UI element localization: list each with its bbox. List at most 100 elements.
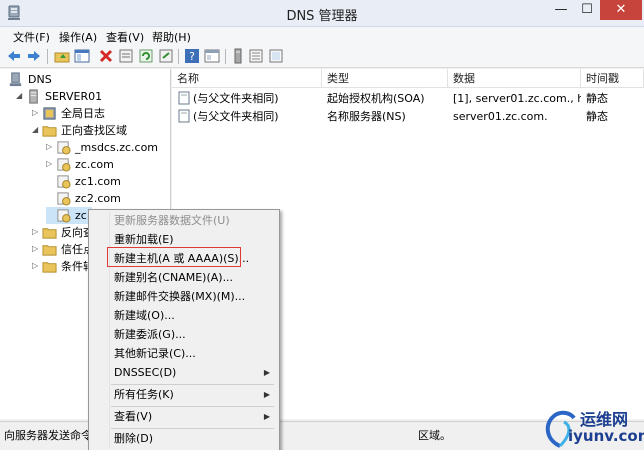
close-button[interactable]: ✕ xyxy=(600,0,642,20)
log-icon xyxy=(43,107,56,120)
menu-item-label: 所有任务(K) xyxy=(114,388,174,401)
export-icon[interactable] xyxy=(158,48,174,64)
dns-manager-window: DNS 管理器 — ☐ ✕ 文件(F) 操作(A) 查看(V) 帮助(H) ? … xyxy=(0,0,644,450)
menu-item-label: 新建委派(G)... xyxy=(114,328,186,341)
tree-label: zc2.com xyxy=(75,192,121,205)
dns-icon xyxy=(9,72,22,87)
table-row[interactable]: (与父文件夹相同) 起始授权机构(SOA) [1], server01.zc.c… xyxy=(172,89,644,108)
menu-item-delete[interactable]: 删除(D) xyxy=(89,430,279,448)
maximize-button[interactable]: ☐ xyxy=(574,0,600,20)
column-header-type[interactable]: 类型 xyxy=(322,69,448,88)
menu-view[interactable]: 查看(V) xyxy=(106,29,144,45)
menu-item-label: 新建别名(CNAME)(A)... xyxy=(114,271,234,284)
expand-arrow-icon[interactable]: ▷ xyxy=(32,245,40,253)
submenu-arrow-icon: ▶ xyxy=(263,368,270,377)
expand-arrow-icon[interactable]: ▷ xyxy=(32,109,40,117)
menu-item-view[interactable]: 查看(V) ▶ xyxy=(89,408,279,426)
record-icon xyxy=(178,91,190,105)
folder-icon xyxy=(42,228,57,239)
record-name: (与父文件夹相同) xyxy=(193,92,279,105)
toolbar-separator xyxy=(178,49,179,64)
watermark-text-bottom: iyunv.com xyxy=(568,427,644,445)
refresh-icon[interactable] xyxy=(138,48,154,64)
svg-text:?: ? xyxy=(189,50,195,63)
server-icon[interactable] xyxy=(230,48,246,64)
folder-icon xyxy=(42,245,57,256)
column-header-data[interactable]: 数据 xyxy=(448,69,581,88)
menu-separator xyxy=(111,428,274,429)
collapse-arrow-icon[interactable]: ◢ xyxy=(16,92,24,100)
tree-label: 正向查找区域 xyxy=(61,124,127,137)
menu-item-new-mx[interactable]: 新建邮件交换器(MX)(M)... xyxy=(89,288,279,306)
tree-label: SERVER01 xyxy=(45,90,103,103)
tree-label: 全局日志 xyxy=(61,107,105,120)
tree-label: _msdcs.zc.com xyxy=(75,141,159,154)
record-icon xyxy=(178,109,190,123)
menu-item-new-delegation[interactable]: 新建委派(G)... xyxy=(89,326,279,344)
status-text-tail: 区域。 xyxy=(418,429,451,442)
help-icon[interactable]: ? xyxy=(184,48,200,64)
column-header-name[interactable]: 名称 xyxy=(172,69,322,88)
menu-item-dnssec[interactable]: DNSSEC(D) ▶ xyxy=(89,364,279,382)
menu-item-new-domain[interactable]: 新建域(O)... xyxy=(89,307,279,325)
menu-separator xyxy=(111,384,274,385)
server-icon xyxy=(29,89,38,104)
record-type: 名称服务器(NS) xyxy=(327,110,406,123)
delete-icon[interactable] xyxy=(98,48,114,64)
submenu-arrow-icon: ▶ xyxy=(263,412,270,421)
minimize-button[interactable]: — xyxy=(548,0,574,20)
record-name: (与父文件夹相同) xyxy=(193,110,279,123)
record-data: [1], server01.zc.com., h... xyxy=(453,92,581,105)
zone-icon xyxy=(57,158,71,172)
up-folder-icon[interactable] xyxy=(54,48,70,64)
expand-arrow-icon[interactable]: ▷ xyxy=(32,228,40,236)
zone-icon xyxy=(57,192,71,206)
collapse-arrow-icon[interactable]: ◢ xyxy=(32,126,40,134)
context-menu: 更新服务器数据文件(U) 重新加载(E) 新建主机(A 或 AAAA)(S)..… xyxy=(88,209,280,450)
menu-file[interactable]: 文件(F) xyxy=(13,29,50,45)
list-icon[interactable] xyxy=(248,48,264,64)
expand-arrow-icon[interactable]: ▷ xyxy=(32,262,40,270)
menu-item-label: 新建域(O)... xyxy=(114,309,175,322)
menu-item-all-tasks[interactable]: 所有任务(K) ▶ xyxy=(89,386,279,404)
menu-help[interactable]: 帮助(H) xyxy=(152,29,191,45)
menu-item-new-alias[interactable]: 新建别名(CNAME)(A)... xyxy=(89,269,279,287)
toolbar: ? xyxy=(0,45,644,68)
back-arrow-icon[interactable] xyxy=(6,48,22,64)
highlight-box xyxy=(107,247,241,267)
forward-arrow-icon[interactable] xyxy=(26,48,42,64)
record-timestamp: 静态 xyxy=(586,110,608,123)
record-data: server01.zc.com. xyxy=(453,110,548,123)
zone-icon xyxy=(57,209,71,223)
menu-item-label: 查看(V) xyxy=(114,410,153,423)
folder-icon xyxy=(42,262,57,273)
status-text: 向服务器发送命令 xyxy=(4,429,92,442)
zone-icon xyxy=(57,175,71,189)
menu-item-label: 新建邮件交换器(MX)(M)... xyxy=(114,290,246,303)
toolbar-separator xyxy=(47,49,48,64)
menu-item-label: 删除(D) xyxy=(114,432,154,445)
zone-icon[interactable] xyxy=(268,48,284,64)
folder-icon xyxy=(42,126,57,137)
menu-item-label: 更新服务器数据文件(U) xyxy=(114,214,230,227)
zone-icon xyxy=(57,141,71,155)
expand-arrow-icon[interactable]: ▷ xyxy=(46,160,54,168)
tree-item-zc-selected[interactable]: zc xyxy=(46,207,92,224)
table-row[interactable]: (与父文件夹相同) 名称服务器(NS) server01.zc.com. 静态 xyxy=(172,107,644,126)
column-header-timestamp[interactable]: 时间戳 xyxy=(581,69,644,88)
menu-item-label: 其他新记录(C)... xyxy=(114,347,196,360)
tree-label: zc xyxy=(75,209,87,222)
tree-label: zc1.com xyxy=(75,175,121,188)
record-timestamp: 静态 xyxy=(586,92,608,105)
menu-item-other-records[interactable]: 其他新记录(C)... xyxy=(89,345,279,363)
tree-label: DNS xyxy=(28,73,52,86)
menu-bar: 文件(F) 操作(A) 查看(V) 帮助(H) xyxy=(0,27,644,45)
expand-arrow-icon[interactable]: ▷ xyxy=(46,143,54,151)
console-icon[interactable] xyxy=(204,48,220,64)
show-hide-tree-icon[interactable] xyxy=(74,48,90,64)
menu-action[interactable]: 操作(A) xyxy=(59,29,97,45)
watermark-logo: 运维网 iyunv.com xyxy=(538,404,644,450)
record-type: 起始授权机构(SOA) xyxy=(327,92,425,105)
properties-icon[interactable] xyxy=(118,48,134,64)
menu-item-label: DNSSEC(D) xyxy=(114,366,177,379)
